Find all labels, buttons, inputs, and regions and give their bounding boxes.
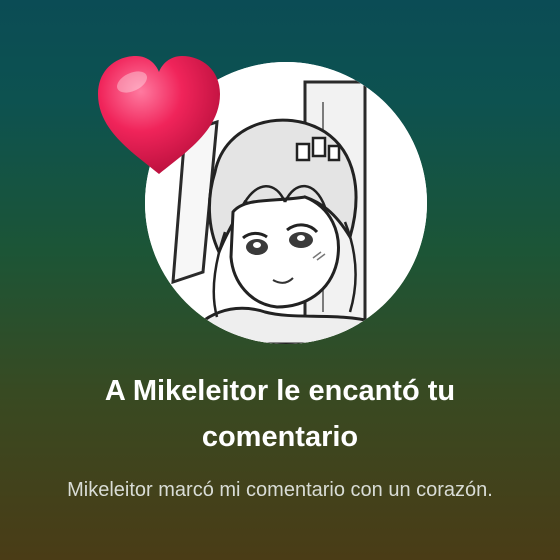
notification-title: A Mikeleitor le encantó tu comentario [104,375,456,453]
notification-body: Mikeleitor marcó mi comentario con un co… [67,479,493,501]
notification-card: A Mikeleitor le encantó tu comentario Mi… [0,0,560,560]
heart-icon [92,52,226,180]
